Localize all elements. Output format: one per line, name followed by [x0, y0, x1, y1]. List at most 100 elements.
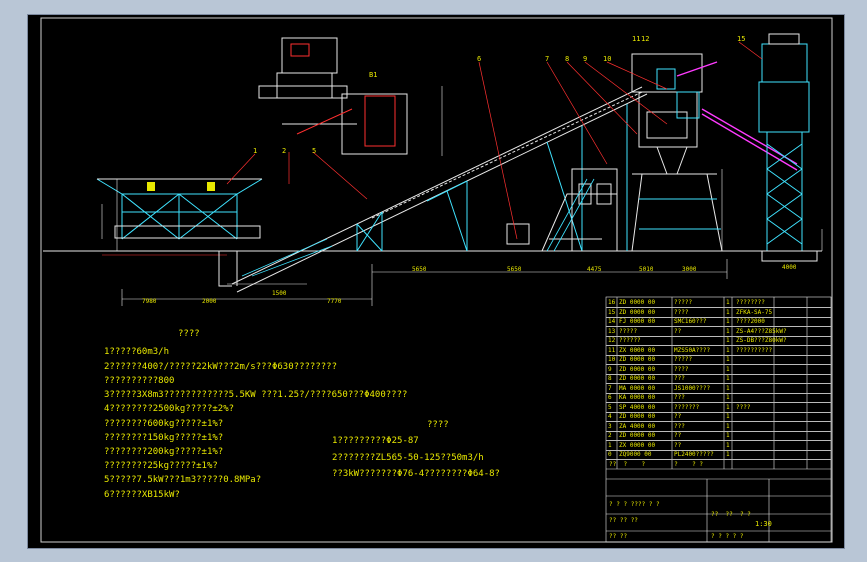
bom-cell: PL2400?????: [674, 451, 714, 458]
bom-cell: ???: [674, 394, 685, 401]
bom-cell: ZD 0000 00: [619, 299, 656, 306]
bom-cell: ??: [674, 327, 682, 335]
bom-cell: 2: [608, 432, 612, 439]
conveyor-supports: [356, 104, 628, 252]
bom-cell: 10: [608, 356, 616, 363]
bom-row: 2 ZD 0000 00?? 1: [606, 431, 831, 441]
bom-cell: 12: [608, 337, 616, 344]
label-part-5: 5: [312, 148, 317, 155]
bom-cell: FJ 0000 00: [619, 318, 656, 325]
bom-cell: ZD 0000 00: [619, 375, 656, 382]
bom-cell: 1: [726, 413, 730, 420]
bom-cell: 1: [726, 356, 730, 363]
dim-1: 7980: [142, 298, 157, 305]
right-note-line-1: 1?????????Φ25-87: [332, 436, 419, 446]
title-row-3: ?? ??: [609, 533, 628, 540]
bom-row: 9 ZD 0000 00???? 1: [606, 365, 831, 375]
note-line-2: 2??????400?/?????22kW???2m/s???Φ630?????…: [104, 362, 337, 372]
bom-row: 13??????? 1 ZS-A4???Z85kW?: [606, 327, 831, 337]
label-part-10: 10: [603, 56, 612, 63]
bom-cell: ZA 4000 00: [619, 422, 656, 430]
bom-cell: MZS50A????: [674, 346, 711, 354]
bom-cell: ZX 0000 00: [619, 441, 656, 449]
bom-cell: 9: [608, 365, 612, 373]
detail-view: [258, 37, 408, 155]
title-row-2: ?? ?? ??: [609, 517, 638, 524]
bom-cell: ??: [674, 441, 682, 449]
label-part-6: 6: [477, 56, 482, 63]
bom-cell: ZQ9000 00: [619, 451, 652, 458]
bom-row: 11 ZX 0000 00 MZS50A???? 1??????????: [606, 346, 831, 356]
bom-cell: 6: [608, 394, 612, 401]
bom-row: 15 ZD 0000 00???? 1 ZFKA-SA-75: [606, 308, 831, 318]
bom-cell: 11: [608, 346, 616, 354]
note-line-3: ??????????800: [104, 376, 175, 386]
bom-cell: 1: [726, 422, 730, 430]
bom-cell: ZFKA-SA-75: [736, 308, 773, 316]
bom-row: 0 ZQ9000 00 PL2400????? 1: [606, 450, 831, 460]
note-line-1: 1?????60m3/h: [104, 347, 170, 357]
label-part-12: 12: [641, 36, 650, 43]
note-line-8: ????????200kg?????±1%?: [104, 447, 224, 457]
note-line-11: 6??????XB15kW?: [104, 490, 180, 500]
bom-row: 6 KA 0000 00??? 1: [606, 393, 831, 403]
bom-cell: 1: [726, 451, 730, 458]
label-part-1: 1: [253, 148, 258, 155]
operator-room: [541, 168, 618, 252]
bom-cell: ZS-DB???Z80kW?: [736, 337, 787, 344]
dim-10: 4000: [782, 264, 797, 271]
dim-5: 5650: [412, 266, 427, 273]
bom-cell: ZD 0000 00: [619, 413, 656, 420]
bom-cell: ???????: [674, 403, 700, 411]
dim-4: 7770: [327, 298, 342, 305]
label-part-11: 11: [632, 36, 641, 43]
bom-cell: 1: [608, 441, 612, 449]
bom-cell: 1: [726, 299, 730, 306]
dim-6: 5650: [507, 266, 522, 273]
bom-cell: MA 0000 00: [619, 384, 656, 392]
bom-cell: 1: [726, 308, 730, 316]
bom-cell: 1: [726, 365, 730, 373]
bom-cell: 13: [608, 327, 616, 335]
bom-cell: ????: [736, 403, 751, 411]
bom-cell: 8: [608, 375, 612, 382]
bom-cell: 14: [608, 318, 616, 325]
bom-cell: 1: [726, 337, 730, 344]
bom-cell: ????: [674, 365, 689, 373]
note-line-5: 4????????2500kg?????±2%?: [104, 404, 235, 414]
bom-cell: 1: [726, 384, 730, 392]
bom-row: 1 ZX 0000 00?? 1: [606, 441, 831, 451]
bom-cell: 0: [608, 451, 612, 458]
bom-cell: ZD 0000 00: [619, 432, 656, 439]
small-cabinet: [506, 223, 530, 245]
bom-cell: 1: [726, 318, 730, 325]
bom-cell: ??: [674, 413, 682, 420]
aggregate-hopper: [96, 178, 263, 240]
bom-row: 8 ZD 0000 00??? 1: [606, 374, 831, 384]
bom-cell: ???: [674, 422, 685, 430]
right-notes-title: ????: [427, 420, 449, 430]
bom-cell: ??????????: [736, 346, 773, 354]
bom-cell: ZS-A4???Z85kW?: [736, 327, 787, 335]
mixing-tower: [631, 53, 723, 252]
label-part-9: 9: [583, 56, 588, 63]
bom-cell: ??: [674, 432, 682, 439]
sheet-label: ? ? ? ? ?: [711, 533, 744, 540]
bom-cell: 1: [726, 394, 730, 401]
dim-7: 4475: [587, 266, 602, 273]
bom-cell: KA 0000 00: [619, 394, 656, 401]
bom-cell: ?????: [674, 356, 693, 363]
bom-cell: 5: [608, 403, 612, 411]
bom-cell: ????2000: [736, 318, 765, 325]
right-note-line-3: ??3kW???????Φ76-4????????Φ64-8?: [332, 469, 500, 479]
note-line-9: ????????25kg?????±1%?: [104, 461, 218, 471]
bom-cell: SP 4000 00: [619, 403, 656, 411]
label-part-2: 2: [282, 148, 287, 155]
dim-3: 1500: [272, 290, 287, 297]
note-line-4: 3?????3X8m3????????????5.5KW ???1.25?/??…: [104, 390, 408, 400]
belt-conveyor: [231, 86, 648, 293]
dim-9: 3000: [682, 266, 697, 273]
bom-cell: ZX 0000 00: [619, 346, 656, 354]
bom-cell: 3: [608, 422, 612, 430]
label-part-8: 8: [565, 56, 570, 63]
